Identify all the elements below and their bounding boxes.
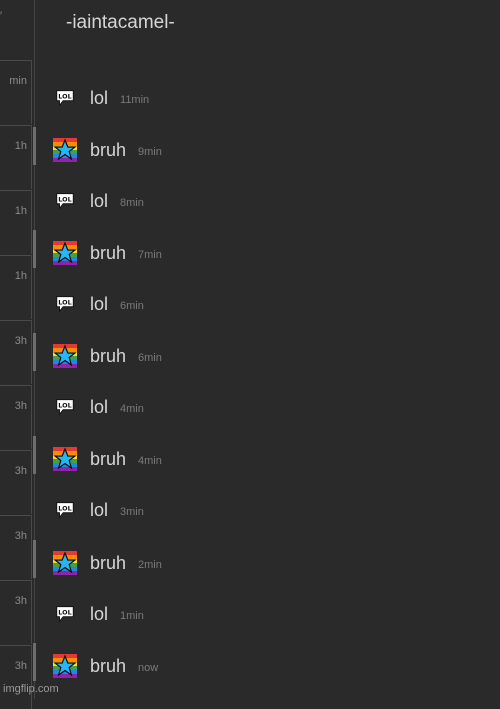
- left-time: 1h: [14, 270, 27, 282]
- left-time: 3h: [14, 595, 27, 607]
- message-row[interactable]: LOL lol 8min: [52, 187, 144, 215]
- left-cell: 3h: [0, 320, 32, 384]
- message-row[interactable]: LOL lol 4min: [52, 393, 144, 421]
- sender-name: lol: [90, 190, 109, 211]
- message-row[interactable]: LOL lol 3min: [52, 496, 144, 524]
- sender-name: bruh: [90, 345, 127, 366]
- message-row[interactable]: bruh 2min: [52, 549, 162, 577]
- left-cell: 3h: [0, 385, 32, 449]
- svg-text:LOL: LOL: [58, 608, 71, 616]
- top-mark: ′: [0, 10, 3, 22]
- message-time: 11min: [120, 94, 150, 106]
- message-accent-bar: [33, 127, 36, 165]
- message-time: 9min: [138, 146, 162, 158]
- message-time: 7min: [138, 249, 162, 261]
- message-accent-bar: [33, 643, 36, 681]
- lol-speech-bubble-icon: LOL: [52, 497, 78, 523]
- message-row[interactable]: bruh 4min: [52, 445, 162, 473]
- left-time: 3h: [14, 400, 27, 412]
- lol-speech-bubble-icon: LOL: [52, 291, 78, 317]
- sender-name: lol: [90, 499, 109, 520]
- message-row[interactable]: LOL lol 6min: [52, 290, 144, 318]
- left-cell: 1h: [0, 255, 32, 319]
- lol-speech-bubble-icon: LOL: [52, 601, 78, 627]
- left-cell: min: [0, 60, 32, 124]
- message-row[interactable]: bruh 7min: [52, 239, 162, 267]
- message-time: 8min: [120, 197, 144, 209]
- left-time: 3h: [14, 335, 27, 347]
- message-time: 3min: [120, 506, 144, 518]
- rainbow-star-icon: [52, 137, 78, 163]
- svg-text:LOL: LOL: [58, 195, 71, 203]
- message-time: 4min: [120, 403, 144, 415]
- message-time: now: [138, 662, 159, 674]
- left-time: 3h: [14, 530, 27, 542]
- left-cell: 1h: [0, 125, 32, 189]
- rainbow-star-icon: [52, 653, 78, 679]
- message-accent-bar: [33, 540, 36, 578]
- lol-speech-bubble-icon: LOL: [52, 394, 78, 420]
- rainbow-star-icon: [52, 446, 78, 472]
- left-time: 3h: [14, 660, 27, 672]
- svg-text:LOL: LOL: [58, 401, 71, 409]
- message-row[interactable]: bruh now: [52, 652, 158, 680]
- message-accent-bar: [33, 230, 36, 268]
- sender-name: lol: [90, 396, 109, 417]
- left-time: 1h: [14, 205, 27, 217]
- left-cell: 3h: [0, 645, 32, 709]
- channel-title: -iaintacamel-: [66, 12, 175, 33]
- sender-name: lol: [90, 603, 109, 624]
- message-time: 1min: [120, 610, 144, 622]
- sender-name: bruh: [90, 655, 127, 676]
- sender-name: lol: [90, 87, 109, 108]
- watermark: imgflip.com: [3, 683, 59, 695]
- message-time: 6min: [138, 352, 162, 364]
- message-row[interactable]: bruh 6min: [52, 342, 162, 370]
- sender-name: bruh: [90, 552, 127, 573]
- message-row[interactable]: LOL lol 1min: [52, 600, 144, 628]
- lol-speech-bubble-icon: LOL: [52, 85, 78, 111]
- message-time: 4min: [138, 455, 162, 467]
- message-row[interactable]: bruh 9min: [52, 136, 162, 164]
- svg-text:LOL: LOL: [58, 92, 71, 100]
- message-time: 6min: [120, 300, 144, 312]
- message-row[interactable]: LOL lol 11min: [52, 84, 149, 112]
- message-time: 2min: [138, 559, 162, 571]
- left-time: 1h: [14, 140, 27, 152]
- left-cell: 3h: [0, 580, 32, 644]
- left-panel-strip: ′ min 1h 1h 1h 3h 3h 3h 3h 3h 3h: [0, 0, 35, 709]
- message-accent-bar: [33, 333, 36, 371]
- svg-text:LOL: LOL: [58, 298, 71, 306]
- rainbow-star-icon: [52, 343, 78, 369]
- sender-name: bruh: [90, 448, 127, 469]
- sender-name: bruh: [90, 242, 127, 263]
- left-time: min: [9, 75, 27, 87]
- svg-text:LOL: LOL: [58, 504, 71, 512]
- rainbow-star-icon: [52, 550, 78, 576]
- left-time: 3h: [14, 465, 27, 477]
- message-accent-bar: [33, 436, 36, 474]
- left-cell: 3h: [0, 515, 32, 579]
- sender-name: bruh: [90, 139, 127, 160]
- rainbow-star-icon: [52, 240, 78, 266]
- sender-name: lol: [90, 293, 109, 314]
- left-cell: 1h: [0, 190, 32, 254]
- lol-speech-bubble-icon: LOL: [52, 188, 78, 214]
- left-cell: 3h: [0, 450, 32, 514]
